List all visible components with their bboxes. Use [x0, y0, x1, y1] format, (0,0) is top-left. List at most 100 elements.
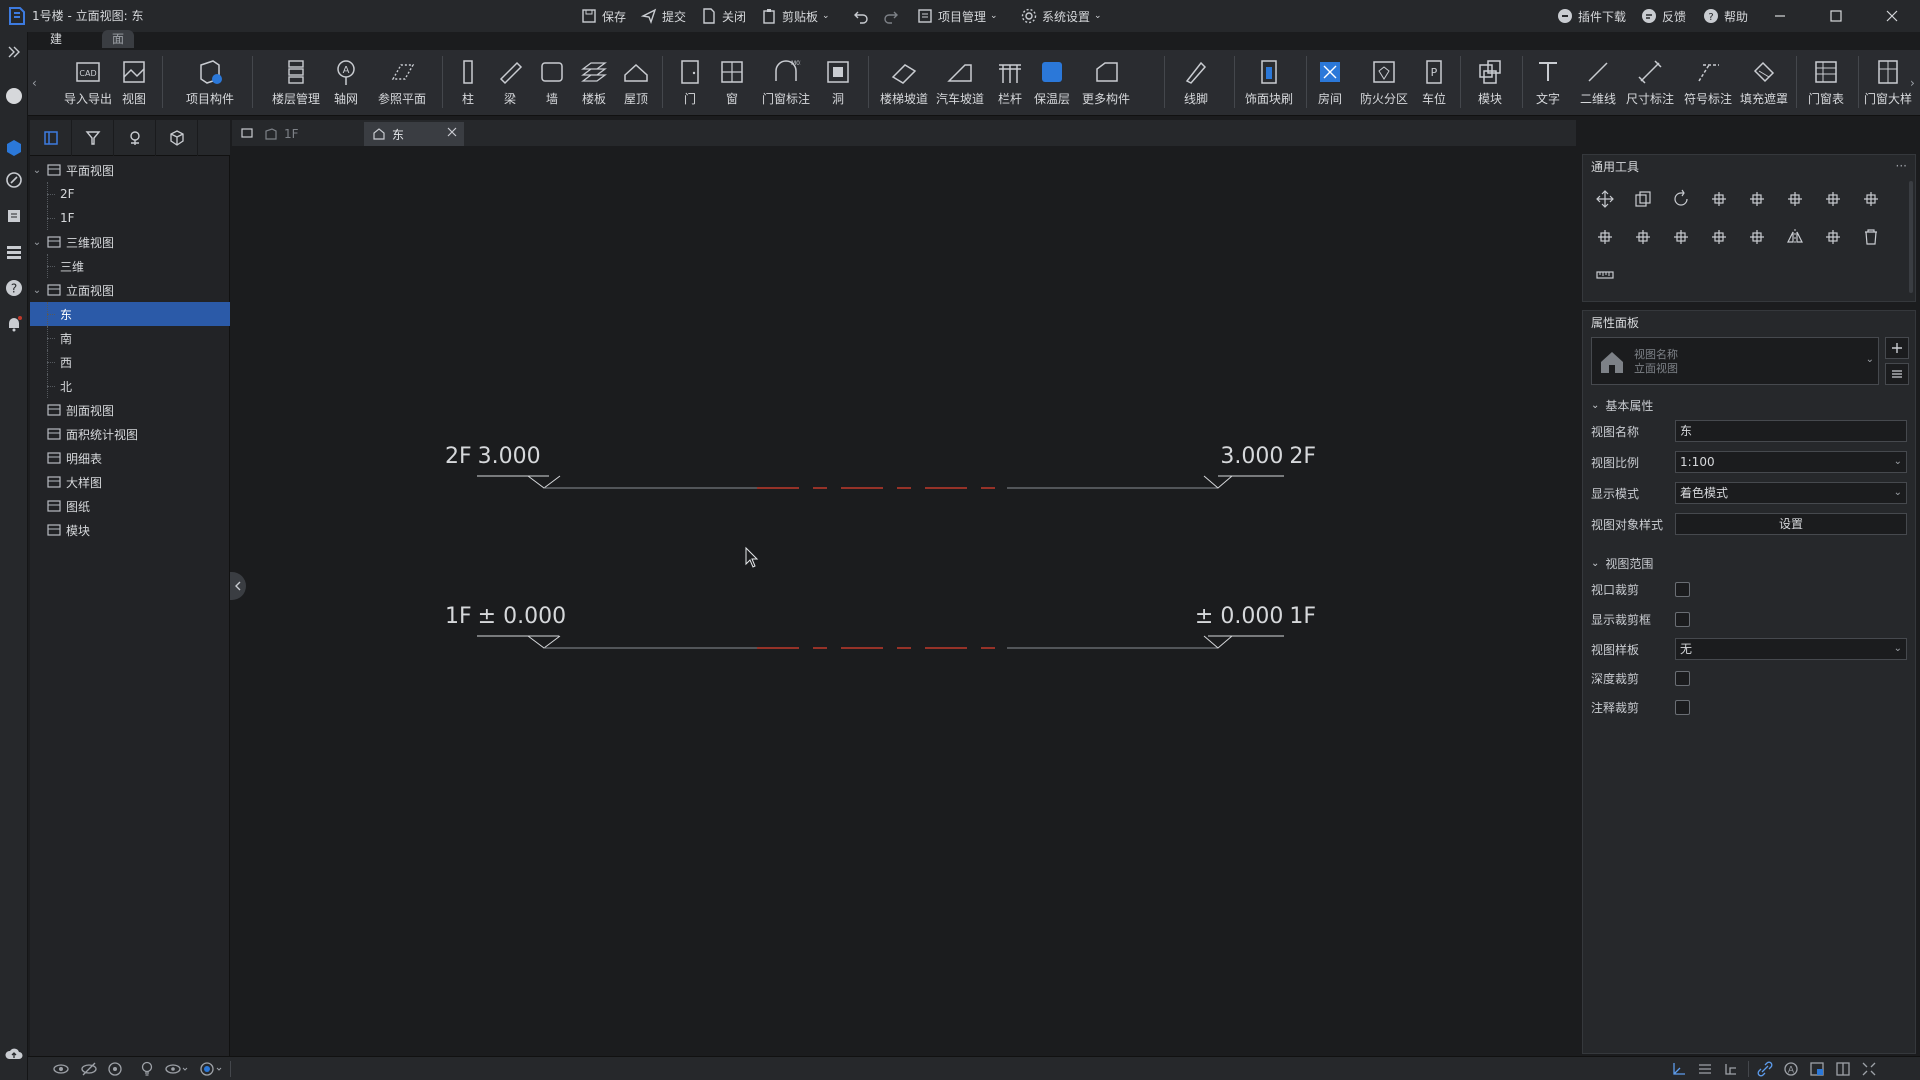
- chevron-down-icon[interactable]: ⌄: [30, 285, 44, 296]
- tree-item[interactable]: 东: [30, 302, 230, 326]
- car-ramp-button[interactable]: 汽车坡道: [930, 56, 990, 114]
- tab-architecture[interactable]: 建筑: [40, 30, 72, 64]
- isolate-icon[interactable]: [106, 1060, 124, 1078]
- trim-extend-icon[interactable]: [1667, 223, 1695, 251]
- tree-item[interactable]: 北: [30, 374, 230, 398]
- offset-icon[interactable]: [1743, 185, 1771, 213]
- stairs-ramp-button[interactable]: 楼梯坡道: [874, 56, 934, 114]
- door-button[interactable]: 门: [670, 56, 710, 114]
- submit-button[interactable]: 提交: [640, 5, 686, 27]
- coordinate-icon[interactable]: [1670, 1060, 1688, 1078]
- window-layout-icon[interactable]: [1834, 1060, 1852, 1078]
- feedback-button[interactable]: 反馈: [1640, 5, 1686, 27]
- insulation-button[interactable]: 保温层: [1032, 56, 1072, 114]
- beam-button[interactable]: 梁: [490, 56, 530, 114]
- list-icon[interactable]: [4, 242, 24, 262]
- close-window-button[interactable]: [1868, 0, 1916, 32]
- model-icon[interactable]: [4, 138, 24, 158]
- cloud-upload-icon[interactable]: [4, 1044, 24, 1064]
- match-icon[interactable]: [1819, 223, 1847, 251]
- help-button[interactable]: ? 帮助: [1702, 5, 1748, 27]
- chevron-down-icon[interactable]: ⌄: [30, 237, 44, 248]
- depth-crop-checkbox[interactable]: [1675, 670, 1690, 686]
- trim-icon[interactable]: [1629, 223, 1657, 251]
- more-options-icon[interactable]: ···: [1896, 159, 1907, 173]
- clipboard-dropdown[interactable]: 剪贴板 ⌄: [760, 5, 830, 27]
- object-style-settings-button[interactable]: 设置: [1675, 513, 1907, 535]
- tree-group[interactable]: 剖面视图: [30, 398, 230, 422]
- bell-icon[interactable]: [4, 314, 24, 334]
- tree-group[interactable]: 面积统计视图: [30, 422, 230, 446]
- tree-item[interactable]: 西: [30, 350, 230, 374]
- view-button[interactable]: 视图: [114, 56, 154, 114]
- project-component-button[interactable]: 项目构件: [180, 56, 240, 114]
- tree-group[interactable]: 大样图: [30, 470, 230, 494]
- lightbulb-icon[interactable]: [138, 1060, 156, 1078]
- cube-icon[interactable]: [156, 120, 198, 156]
- ribbon-scroll-right-icon[interactable]: ›: [1910, 76, 1915, 90]
- dimension-button[interactable]: 尺寸标注: [1624, 56, 1676, 114]
- tree-item[interactable]: 三维: [30, 254, 230, 278]
- module-button[interactable]: 模块: [1466, 56, 1514, 114]
- opening-button[interactable]: 洞: [818, 56, 858, 114]
- slab-button[interactable]: 楼板: [574, 56, 614, 114]
- tab-east[interactable]: 东: [364, 122, 464, 146]
- rotate-icon[interactable]: [1667, 185, 1695, 213]
- grid-button[interactable]: A 轴网: [326, 56, 366, 114]
- fill-mask-button[interactable]: 填充遮罩: [1738, 56, 1790, 114]
- close-tab-icon[interactable]: [446, 126, 458, 138]
- display-mode-select[interactable]: 着色模式 ⌄: [1675, 482, 1907, 504]
- visibility-icon[interactable]: [52, 1060, 70, 1078]
- tree-item[interactable]: 南: [30, 326, 230, 350]
- molding-button[interactable]: 线脚: [1172, 56, 1220, 114]
- eye-dropdown-icon[interactable]: [164, 1060, 190, 1078]
- globe-icon[interactable]: [4, 86, 24, 106]
- question-icon[interactable]: ?: [4, 278, 24, 298]
- tools-scrollbar[interactable]: [1909, 181, 1913, 293]
- tree-group[interactable]: ⌄ 平面视图: [30, 158, 230, 182]
- save-button[interactable]: 保存: [580, 5, 626, 27]
- expand-icon[interactable]: [4, 42, 24, 62]
- link-icon[interactable]: [4, 170, 24, 190]
- more-components-button[interactable]: 更多构件: [1076, 56, 1136, 114]
- drawing-canvas[interactable]: 2F 3.000 3.000 2F 1F ± 0.000 ± 0.000 1F: [230, 146, 1576, 1056]
- minimize-button[interactable]: [1756, 0, 1804, 32]
- floor-manage-button[interactable]: 楼层管理: [266, 56, 326, 114]
- crop-view-checkbox[interactable]: [1675, 581, 1690, 597]
- extend-icon[interactable]: [1591, 223, 1619, 251]
- parking-button[interactable]: P 车位: [1414, 56, 1454, 114]
- import-export-button[interactable]: CAD 导入导出: [62, 56, 114, 114]
- show-crop-checkbox[interactable]: [1675, 611, 1690, 627]
- tree-group[interactable]: ⌄ 立面视图: [30, 278, 230, 302]
- type-selector[interactable]: 视图名称 立面视图 ⌄: [1591, 337, 1879, 385]
- basic-properties-header[interactable]: ⌄ 基本属性: [1591, 397, 1653, 414]
- split-icon[interactable]: [1781, 185, 1809, 213]
- door-window-detail-button[interactable]: 门窗大样: [1860, 56, 1916, 114]
- files-icon[interactable]: [4, 206, 24, 226]
- view-scale-select[interactable]: 1:100 ⌄: [1675, 451, 1907, 473]
- layers-icon[interactable]: [1696, 1060, 1714, 1078]
- finish-brush-button[interactable]: 饰面块刷: [1238, 56, 1300, 114]
- fullscreen-icon[interactable]: [1860, 1060, 1878, 1078]
- view-template-select[interactable]: 无 ⌄: [1675, 638, 1907, 660]
- hide-element-icon[interactable]: [80, 1060, 98, 1078]
- mirror-icon[interactable]: [1781, 223, 1809, 251]
- wall-button[interactable]: 墙: [532, 56, 572, 114]
- level-1f[interactable]: 1F ± 0.000 ± 0.000 1F: [445, 604, 1316, 649]
- measure-icon[interactable]: [1591, 261, 1619, 289]
- level-2f[interactable]: 2F 3.000 3.000 2F: [445, 444, 1316, 489]
- chevron-down-icon[interactable]: ⌄: [30, 165, 44, 176]
- annotation-crop-checkbox[interactable]: [1675, 699, 1690, 715]
- view-name-input[interactable]: 东: [1675, 420, 1907, 442]
- door-window-schedule-button[interactable]: 门窗表: [1800, 56, 1852, 114]
- link-icon[interactable]: [1756, 1060, 1774, 1078]
- symbol-tag-button[interactable]: 符号标注: [1682, 56, 1734, 114]
- text-button[interactable]: 文字: [1528, 56, 1568, 114]
- tree-group[interactable]: ⌄ 三维视图: [30, 230, 230, 254]
- delete-icon[interactable]: [1857, 223, 1885, 251]
- move-icon[interactable]: [1591, 185, 1619, 213]
- browser-view-icon[interactable]: [30, 120, 72, 156]
- tab-1f[interactable]: 1F: [256, 122, 356, 146]
- room-button[interactable]: 房间: [1310, 56, 1350, 114]
- array-icon[interactable]: [1819, 185, 1847, 213]
